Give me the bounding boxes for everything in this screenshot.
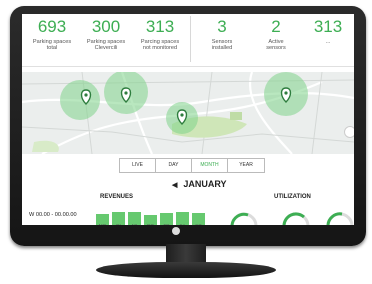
month-label: JANUARY [183, 179, 227, 189]
day-label: MI [128, 223, 141, 225]
chevron-left-icon[interactable]: ◀ [172, 182, 177, 189]
parking-map[interactable] [22, 72, 354, 154]
revenue-bar-chart [96, 200, 216, 225]
stat-parking-clevercili: 300 Parking spaces Clevercili [78, 14, 134, 52]
stat-label: Clevercili [94, 45, 118, 52]
day-label: MO [96, 223, 109, 225]
stat-parking-total: 693 Parking spaces total [24, 14, 80, 52]
stats-bottom-divider [22, 66, 354, 67]
stat-value: 2 [271, 17, 281, 36]
stat-value: 693 [37, 17, 67, 36]
time-range-label: W 00.00 - 00.00.00 [29, 212, 77, 218]
utilization-gauge [230, 212, 258, 225]
stats-divider [190, 16, 191, 62]
day-label: SA [176, 223, 189, 225]
tab-month[interactable]: MONTH [192, 159, 228, 172]
map-control-button[interactable] [344, 126, 354, 138]
stat-value: 3 [217, 17, 227, 36]
period-tabs: LIVE DAY MONTH YEAR [119, 158, 265, 173]
day-label: FR [160, 223, 173, 225]
utilization-gauge [282, 212, 310, 225]
stat-label: installed [211, 45, 233, 52]
month-selector: ◀ JANUARY [172, 179, 227, 189]
utilization-gauge [326, 212, 354, 225]
day-label: SO [192, 223, 205, 225]
monitor-stand-base [96, 262, 276, 278]
stat-sensors-installed: 3 Sensors installed [194, 14, 250, 52]
stat-parking-not-monitored: 313 Parcing spaces not monitored [132, 14, 188, 52]
tab-day[interactable]: DAY [156, 159, 192, 172]
stat-value: 313 [145, 17, 175, 36]
dashboard-screen: 693 Parking spaces total 300 Parking spa… [22, 14, 354, 225]
stat-label: sensors [266, 45, 286, 52]
stat-value: 313 [313, 17, 343, 36]
stat-label: not monitored [142, 45, 178, 52]
tab-year[interactable]: YEAR [228, 159, 264, 172]
tab-live[interactable]: LIVE [120, 159, 156, 172]
map-graphic [22, 72, 354, 154]
day-label: DO [144, 223, 157, 225]
stat-label: total [46, 45, 58, 52]
stat-extra: 313 ... [300, 14, 354, 46]
utilization-title: UTILIZATION [274, 194, 311, 200]
coverage-circle [60, 80, 100, 120]
day-label: DI [112, 223, 125, 225]
stat-label: ... [325, 39, 331, 45]
power-button-icon [172, 227, 180, 235]
stat-active-sensors: 2 Active sensors [248, 14, 304, 52]
stat-value: 300 [91, 17, 121, 36]
